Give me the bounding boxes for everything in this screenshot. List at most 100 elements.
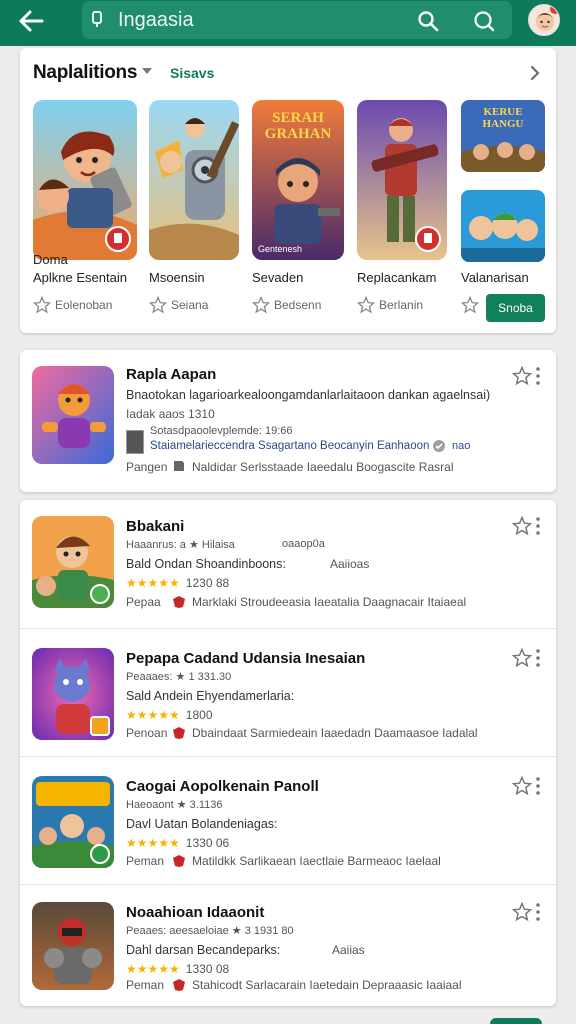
magnify-icon[interactable] [416, 9, 440, 33]
list-title: Caogai Aopolkenain Panoll [126, 778, 319, 795]
update-badge-icon [415, 226, 441, 252]
featured-apps-card: Naplalitions Sisavs Doma Aplkne Esentain… [20, 48, 556, 333]
back-arrow-icon[interactable] [14, 6, 50, 36]
floating-action-button[interactable] [490, 1018, 542, 1024]
highlight-app-icon [32, 366, 114, 464]
list-app-icon [32, 776, 114, 868]
star-outline-icon [33, 296, 51, 314]
list-developer-tail: Aaiias [332, 943, 365, 957]
list-item[interactable]: Pepapa Cadand Udansia Inesaian Peaaaes: … [20, 628, 556, 756]
installed-badge-icon [90, 584, 110, 604]
more-vert-icon[interactable] [534, 776, 542, 796]
app-art-5a: KERUE HANGU [461, 100, 545, 172]
highlight-footer: Naldidar Serlsstaade Iaeedalu Boogascite… [192, 460, 454, 474]
star-outline-icon[interactable] [512, 648, 532, 668]
list-developer: Davl Uatan Bolandeniagas: [126, 817, 278, 831]
app-list-card: Bbakani Haaanrus: a ★ Hilaisa oaaop0a Ba… [20, 500, 556, 1006]
content-rating-icon [173, 979, 185, 991]
app-tile-3[interactable]: SERAH GRAHAN Gentenesh Sevaden Bedsenn [252, 100, 344, 314]
content-rating-icon [173, 855, 185, 867]
section-tag[interactable]: Sisavs [170, 65, 214, 81]
list-developer: Sald Andein Ehyendamerlaria: [126, 689, 295, 703]
list-developer: Dahl darsan Becandeparks: [126, 943, 281, 957]
app-sub-3: Bedsenn [274, 298, 322, 312]
star-outline-icon [149, 296, 167, 314]
app-name-5: Valanarisan [461, 270, 529, 285]
rating-stars: ★★★★★ [126, 576, 180, 590]
highlight-row[interactable]: Rapla Aapan Bnaotokan lagarioarkealoonga… [20, 350, 556, 478]
app-name-3: Sevaden [252, 270, 304, 285]
search-bar[interactable]: Ingaasia [82, 1, 512, 39]
app-sub-4: Berlanin [379, 298, 424, 312]
list-rating: ★★★★★ 1330 06 [126, 836, 229, 850]
game-badge-icon [90, 716, 110, 736]
list-footer: Stahicodt Sarlacarain Iaetedain Depraaas… [192, 978, 462, 992]
app3-caption: Gentenesh [258, 244, 303, 254]
search-icon [92, 11, 102, 27]
star-outline-icon [357, 296, 375, 314]
list-meta: Peaaes: aeesaeloiae ★ 3 1931 80 [126, 925, 294, 937]
chevron-right-icon[interactable] [525, 62, 545, 84]
highlight-line-3: Sotasdpaoolevplemde: 19:66 [150, 425, 293, 437]
star-outline-icon[interactable] [512, 776, 532, 796]
highlight-line-4[interactable]: Staiamelarieccendra Ssagartano Beocanyin… [150, 440, 429, 452]
notification-dot [550, 5, 559, 14]
star-outline-icon[interactable] [512, 516, 532, 536]
list-app-icon [32, 516, 114, 608]
user-avatar[interactable] [528, 4, 560, 36]
top-app-bar: Ingaasia [0, 0, 576, 46]
star-outline-icon [461, 296, 479, 314]
app3-banner: SERAH GRAHAN [264, 110, 332, 142]
list-app-icon [32, 648, 114, 740]
list-meta: Haeoaont ★ 3.1136 [126, 799, 223, 811]
app-rating-2: Seiana [149, 296, 269, 314]
list-app-icon [32, 902, 114, 990]
rating-count: 1330 06 [185, 836, 230, 850]
more-vert-icon[interactable] [534, 366, 542, 386]
highlight-line-4-tail: nao [452, 440, 471, 452]
list-footer-label: Peman [126, 978, 165, 992]
list-meta: Haaanrus: a ★ Hilaisa [126, 539, 235, 551]
list-developer: Bald Ondan Shoandinboons: [126, 557, 286, 571]
dropdown-caret-icon[interactable] [142, 68, 152, 74]
developer-thumbnail [126, 430, 144, 454]
list-footer: Marklaki Stroudeeasia Iaeatalia Daagnaca… [192, 595, 467, 609]
star-outline-icon[interactable] [512, 902, 532, 922]
more-vert-icon[interactable] [534, 516, 542, 536]
list-item[interactable]: Caogai Aopolkenain Panoll Haeoaont ★ 3.1… [20, 756, 556, 884]
rating-count: 1330 08 [185, 962, 230, 976]
rating-stars: ★★★★★ [126, 708, 180, 722]
app-tile-2[interactable]: Msoensin Seiana [149, 100, 239, 314]
app-sub-2: Seiana [171, 298, 209, 312]
list-title: Noaahioan Idaaonit [126, 904, 265, 921]
highlight-app-card[interactable]: Rapla Aapan Bnaotokan lagarioarkealoonga… [20, 350, 556, 492]
app-name-2: Msoensin [149, 270, 205, 285]
highlight-title: Rapla Aapan [126, 366, 217, 383]
highlight-footer-label: Pangen [126, 460, 168, 474]
app-tile-1[interactable]: Doma Aplkne Esentain Eolenoban [33, 100, 137, 314]
list-item[interactable]: Bbakani Haaanrus: a ★ Hilaisa oaaop0a Ba… [20, 500, 556, 628]
list-item[interactable]: Noaahioan Idaaonit Peaaes: aeesaeloiae ★… [20, 884, 556, 1012]
star-outline-icon[interactable] [512, 366, 532, 386]
content-rating-icon [174, 461, 184, 471]
app-rating-4: Berlanin [357, 296, 477, 314]
more-vert-icon[interactable] [534, 648, 542, 668]
list-footer-label: Penoan [126, 726, 168, 740]
install-button[interactable]: Snoba [486, 294, 545, 322]
app-art-2 [149, 100, 239, 260]
app-tile-extra-1: Doma [33, 252, 68, 267]
app-art-4 [357, 100, 447, 260]
rating-count: 1230 88 [185, 576, 230, 590]
more-vert-icon[interactable] [534, 902, 542, 922]
app-name-1: Aplkne Esentain [33, 270, 127, 285]
app-art-3: SERAH GRAHAN Gentenesh [252, 100, 344, 260]
app-art-1 [33, 100, 137, 260]
search-query[interactable]: Ingaasia [118, 9, 194, 32]
rating-count: 1800 [185, 708, 213, 722]
voice-search-icon[interactable] [472, 9, 496, 33]
list-title: Bbakani [126, 518, 185, 535]
app-art-5b [461, 190, 545, 262]
app-tile-4[interactable]: Replacankam Berlanin [357, 100, 447, 314]
app-rating-3: Bedsenn [252, 296, 372, 314]
rating-stars: ★★★★★ [126, 962, 180, 976]
